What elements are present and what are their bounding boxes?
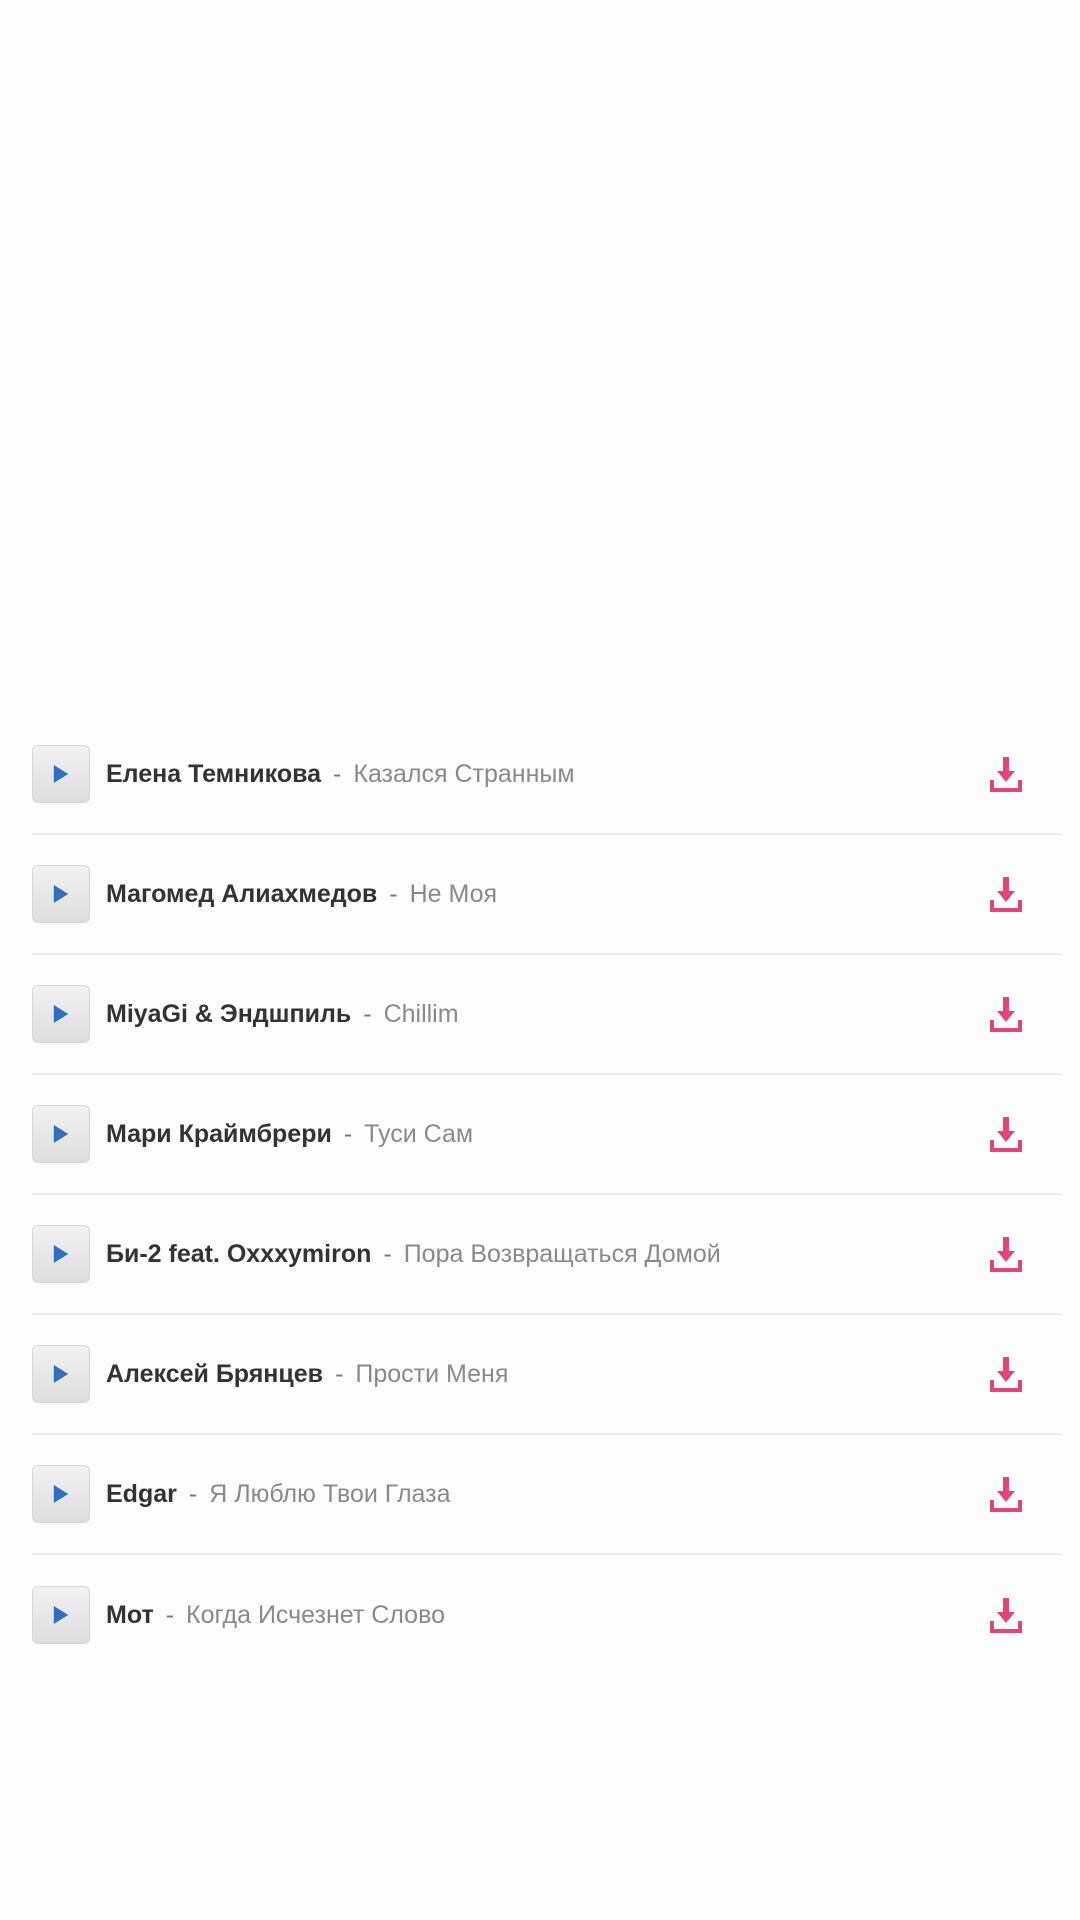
play-icon xyxy=(53,1245,69,1263)
track-text[interactable]: Елена Темникова - Казался Странным xyxy=(106,760,575,789)
download-button[interactable] xyxy=(988,874,1024,914)
track-text[interactable]: Алексей Брянцев - Прости Меня xyxy=(106,1360,508,1389)
track-title: Не Моя xyxy=(409,879,498,908)
track-row: Мот - Когда Исчезнет Слово xyxy=(32,1555,1062,1675)
track-title: Пора Возвращаться Домой xyxy=(403,1239,721,1268)
track-separator: - xyxy=(188,1479,198,1508)
track-text[interactable]: MiyaGi & Эндшпиль - Chillim xyxy=(106,1000,459,1029)
track-text[interactable]: Мари Краймбрери - Туси Сам xyxy=(106,1120,473,1149)
download-button[interactable] xyxy=(988,1354,1024,1394)
track-title: Chillim xyxy=(383,999,459,1028)
track-title: Туси Сам xyxy=(364,1119,474,1148)
track-artist: Мари Краймбрери xyxy=(106,1119,332,1148)
track-separator: - xyxy=(335,1359,344,1388)
track-artist: Алексей Брянцев xyxy=(106,1359,324,1388)
download-icon xyxy=(990,1598,1022,1633)
download-icon xyxy=(990,1237,1022,1272)
download-button[interactable] xyxy=(988,1474,1024,1514)
screen: Елена Темникова - Казался Странным Магомед… xyxy=(0,0,1080,1920)
play-icon xyxy=(53,1606,69,1624)
play-icon xyxy=(53,1125,69,1143)
track-artist: Би-2 feat. Oxxxymiron xyxy=(106,1239,372,1268)
track-list: Елена Темникова - Казался Странным Магомед… xyxy=(32,715,1062,1675)
track-title: Когда Исчезнет Слово xyxy=(186,1600,445,1629)
track-row: Би-2 feat. Oxxxymiron - Пора Возвращаться … xyxy=(32,1195,1062,1315)
play-icon xyxy=(53,765,69,783)
track-text[interactable]: Магомед Алиахмедов - Не Моя xyxy=(106,880,497,909)
play-button[interactable] xyxy=(32,1586,90,1644)
play-button[interactable] xyxy=(32,1225,90,1283)
download-button[interactable] xyxy=(988,1114,1024,1154)
track-separator: - xyxy=(333,759,342,788)
download-icon xyxy=(990,1357,1022,1392)
play-button[interactable] xyxy=(32,1465,90,1523)
play-icon xyxy=(53,1005,69,1023)
track-title: Казался Странным xyxy=(353,759,575,788)
track-row: Edgar - Я Люблю Твои Глаза xyxy=(32,1435,1062,1555)
download-icon xyxy=(990,1477,1022,1512)
play-button[interactable] xyxy=(32,1345,90,1403)
download-button[interactable] xyxy=(988,754,1024,794)
track-artist: Edgar xyxy=(106,1479,177,1508)
track-row: Алексей Брянцев - Прости Меня xyxy=(32,1315,1062,1435)
download-button[interactable] xyxy=(988,1595,1024,1635)
track-separator: - xyxy=(389,879,398,908)
play-icon xyxy=(53,885,69,903)
track-text[interactable]: Мот - Когда Исчезнет Слово xyxy=(106,1601,445,1630)
track-artist: Мот xyxy=(106,1600,154,1629)
play-button[interactable] xyxy=(32,985,90,1043)
play-icon xyxy=(53,1485,69,1503)
track-separator: - xyxy=(165,1600,175,1629)
play-button[interactable] xyxy=(32,865,90,923)
download-icon xyxy=(990,757,1022,792)
play-button[interactable] xyxy=(32,1105,90,1163)
track-artist: Елена Темникова xyxy=(106,759,322,788)
play-icon xyxy=(53,1365,69,1383)
track-artist: MiyaGi & Эндшпиль xyxy=(106,999,352,1028)
track-row: Магомед Алиахмедов - Не Моя xyxy=(32,835,1062,955)
track-row: Елена Темникова - Казался Странным xyxy=(32,715,1062,835)
track-row: MiyaGi & Эндшпиль - Chillim xyxy=(32,955,1062,1075)
track-row: Мари Краймбрери - Туси Сам xyxy=(32,1075,1062,1195)
play-button[interactable] xyxy=(32,745,90,803)
download-button[interactable] xyxy=(988,1234,1024,1274)
track-title: Я Люблю Твои Глаза xyxy=(209,1479,451,1508)
track-text[interactable]: Edgar - Я Люблю Твои Глаза xyxy=(106,1480,451,1509)
track-title: Прости Меня xyxy=(355,1359,509,1388)
track-separator: - xyxy=(343,1119,353,1148)
empty-header-area xyxy=(0,0,1080,710)
track-artist: Магомед Алиахмедов xyxy=(106,879,378,908)
track-text[interactable]: Би-2 feat. Oxxxymiron - Пора Возвращаться … xyxy=(106,1240,721,1269)
track-separator: - xyxy=(363,999,372,1028)
track-separator: - xyxy=(383,1239,392,1268)
download-icon xyxy=(990,877,1022,912)
download-icon xyxy=(990,1117,1022,1152)
download-button[interactable] xyxy=(988,994,1024,1034)
download-icon xyxy=(990,997,1022,1032)
